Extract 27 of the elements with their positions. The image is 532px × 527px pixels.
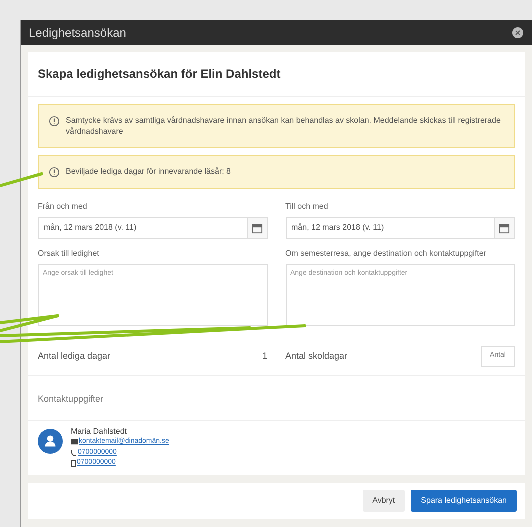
alert-text: Beviljade lediga dagar för innevarande läsår: 8 — [66, 166, 231, 177]
date-field[interactable]: mån, 12 mars 2018 (v. 11) — [286, 217, 515, 239]
info-icon — [49, 116, 60, 127]
contact-name: Maria Dahlstedt — [71, 426, 128, 437]
user-avatar-icon — [38, 428, 63, 454]
field-label: Antal lediga dagar — [38, 350, 111, 363]
field-label: Om semesterresa, ange destination och kontaktuppgifter — [286, 248, 488, 260]
field-label: Till och med — [286, 201, 330, 213]
alert-text: Samtycke krävs av samtliga vårdnadshavare innan ansökan kan behandlas av skolan. Meddelande skickas till registrerade vårdnadshavare — [66, 115, 502, 137]
field-label: Antal skoldagar — [286, 350, 348, 363]
window-title: Ledighetsansökan — [29, 24, 126, 42]
calendar-icon[interactable] — [499, 222, 510, 234]
close-icon[interactable] — [512, 26, 524, 38]
date-field[interactable]: mån, 12 mars 2018 (v. 11) — [38, 217, 268, 239]
phone-icon — [71, 450, 77, 456]
save-button[interactable]: Spara ledighetsansökan — [411, 490, 517, 512]
days-count: 1 — [262, 350, 268, 362]
cancel-button[interactable]: Avbryt — [362, 490, 406, 512]
dialog-heading: Skapa ledighetsansökan för Elin Dahlstedt — [38, 67, 281, 81]
leader-line — [0, 172, 44, 188]
calendar-icon[interactable] — [252, 222, 262, 234]
section-title: Kontaktuppgifter — [38, 394, 104, 404]
field-label: Från och med — [38, 201, 88, 213]
info-icon — [49, 167, 60, 178]
envelope-icon — [71, 439, 78, 446]
mobile-icon — [71, 460, 76, 467]
field-label: Orsak till ledighet — [38, 248, 100, 260]
